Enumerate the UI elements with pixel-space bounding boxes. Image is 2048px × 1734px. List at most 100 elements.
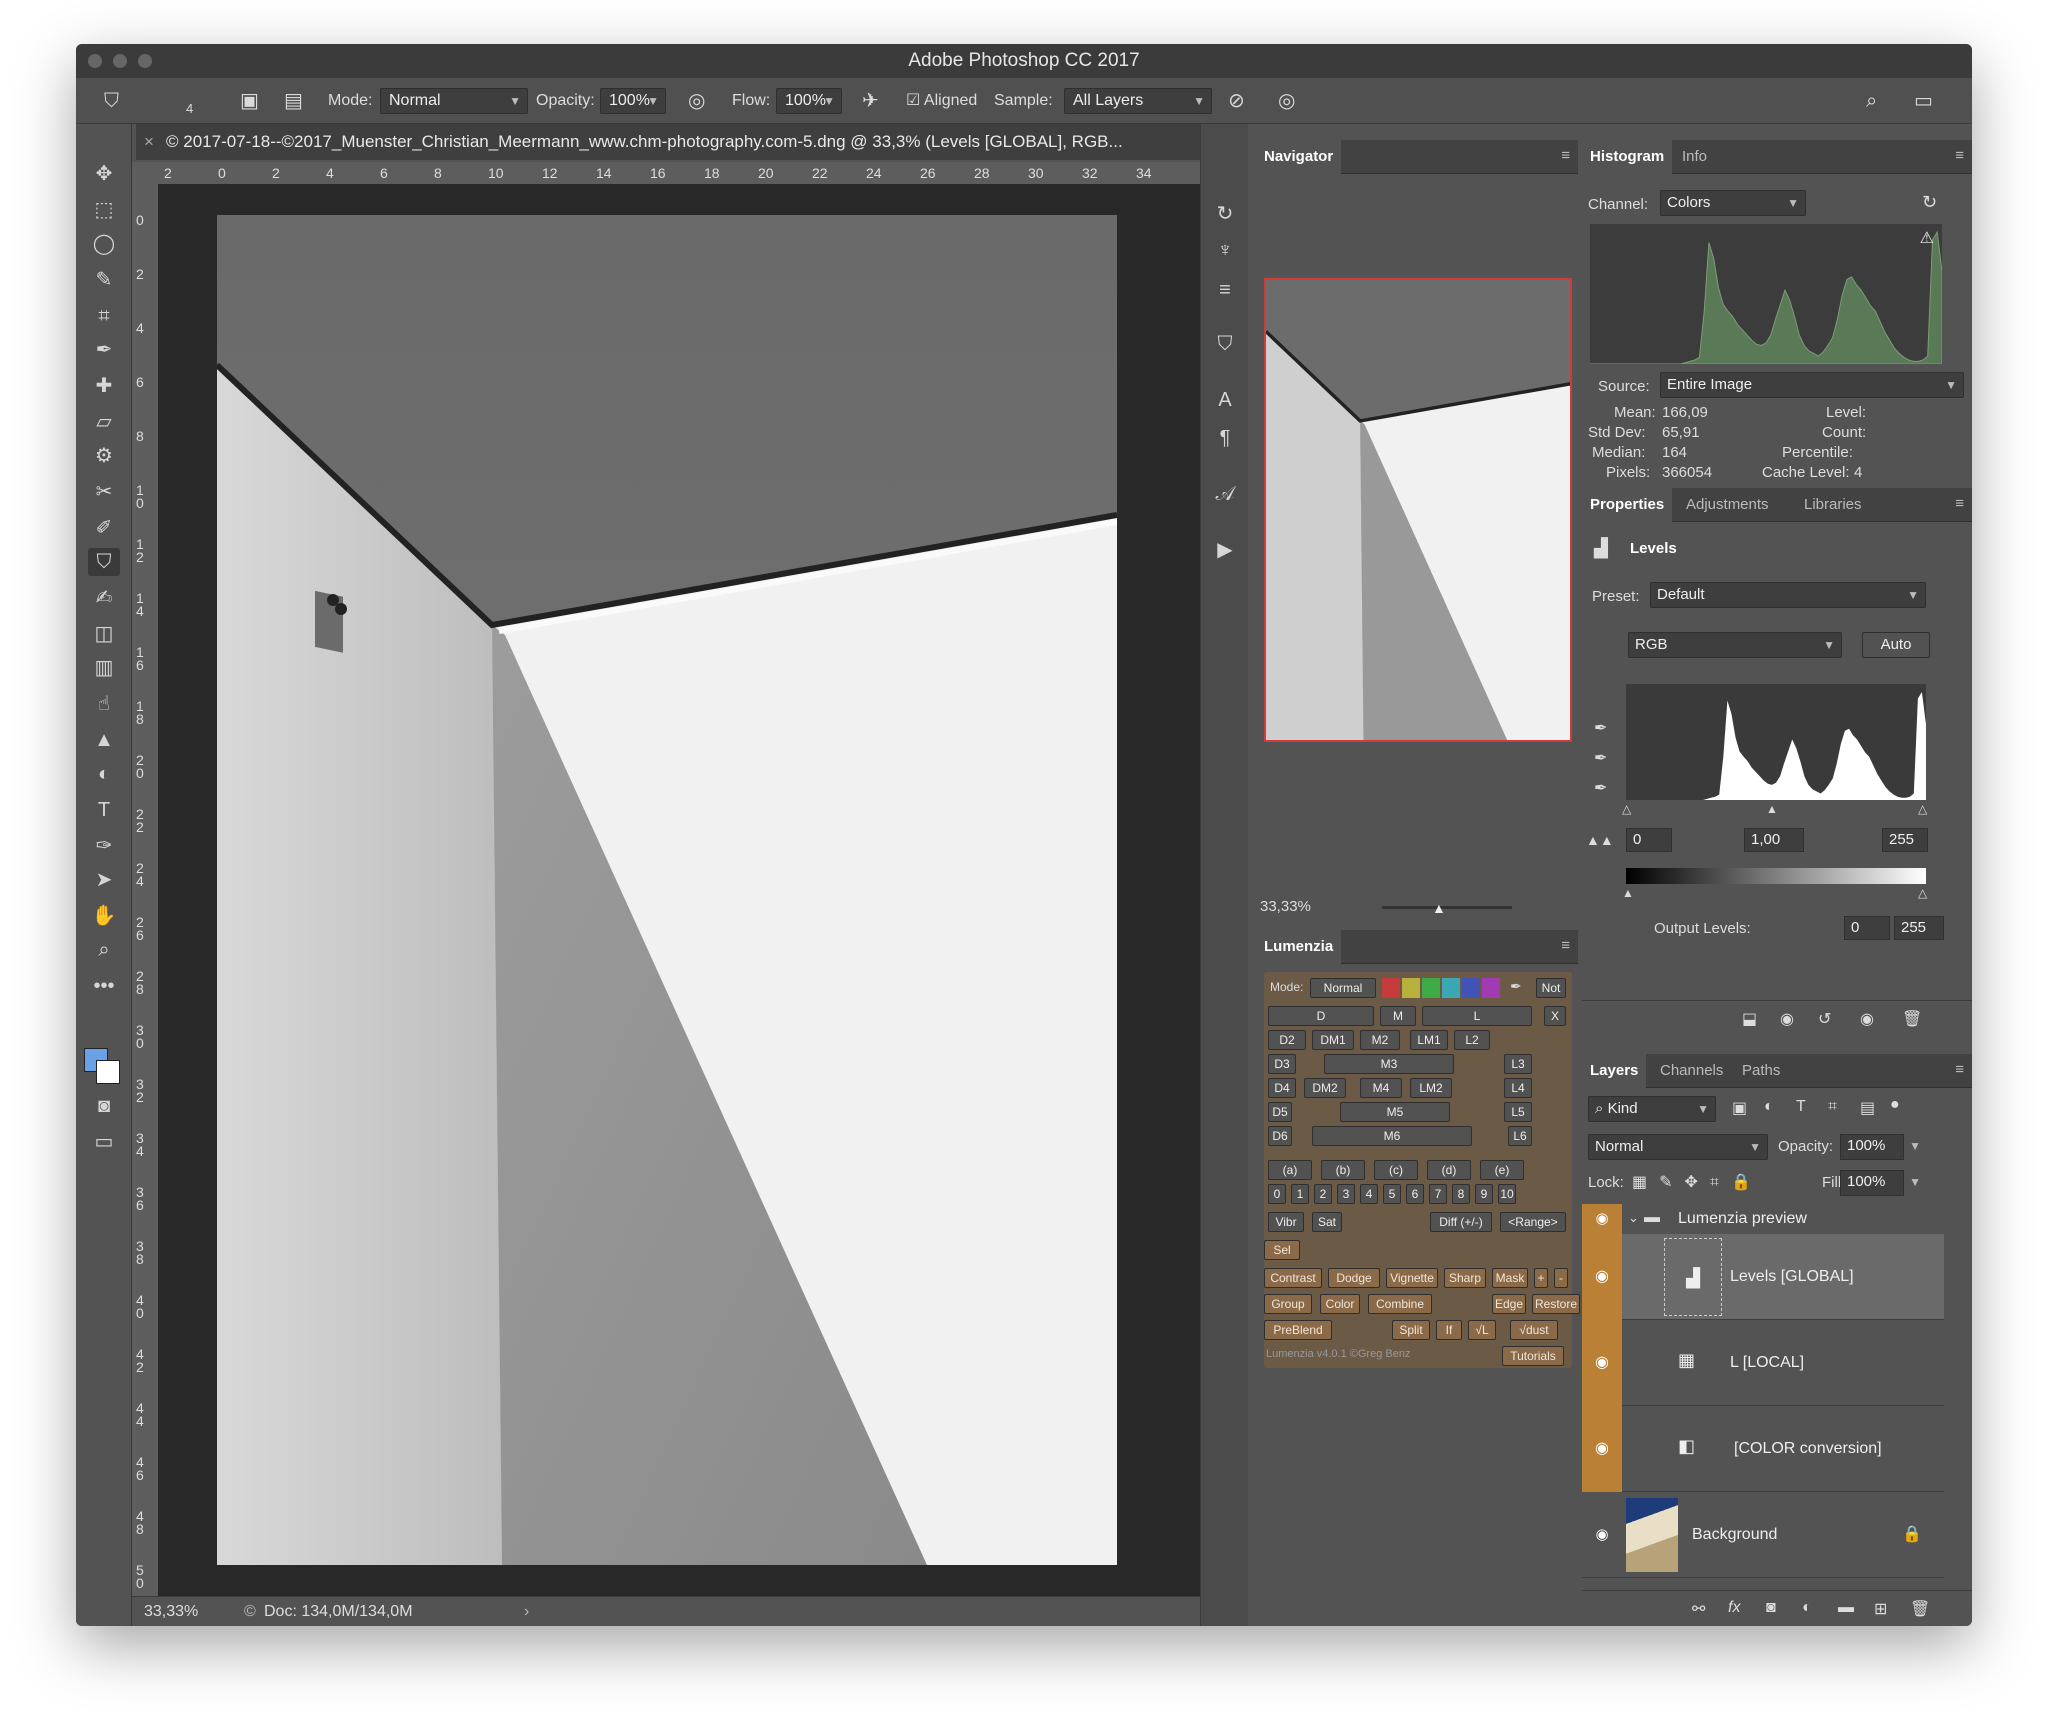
group-visibility-eye-icon[interactable]: ◉ — [1582, 1204, 1622, 1234]
lumenzia-button[interactable]: Vibr — [1268, 1212, 1304, 1232]
output-white-slider[interactable]: △ — [1918, 886, 1927, 900]
opacity-field[interactable]: 100% ▼ — [600, 88, 666, 114]
preset-select[interactable]: Default ▼ — [1650, 582, 1926, 608]
lumenzia-button[interactable]: (e) — [1480, 1160, 1524, 1180]
lumenzia-button[interactable]: √dust — [1510, 1320, 1558, 1340]
lumenzia-button[interactable]: M4 — [1360, 1078, 1402, 1098]
input-black-slider[interactable]: △ — [1622, 802, 1631, 816]
paragraph-panel-icon[interactable]: ¶ — [1209, 424, 1241, 452]
filter-shape-icon[interactable]: ⌗ — [1828, 1098, 1837, 1116]
color-swatches[interactable] — [1382, 978, 1500, 998]
lumenzia-button[interactable]: Diff (+/-) — [1430, 1212, 1492, 1232]
layer-visibility-eye-icon[interactable]: ◉ — [1582, 1320, 1622, 1406]
layer-filter-kind[interactable]: ⌕ Kind ▼ — [1588, 1096, 1716, 1122]
lumenzia-button[interactable]: (c) — [1374, 1160, 1418, 1180]
slider-thumb[interactable]: ▲ — [1432, 900, 1446, 916]
clone-source-icon[interactable]: ▣ — [240, 89, 259, 113]
lumenzia-button[interactable]: Group — [1264, 1294, 1312, 1314]
character-panel-icon[interactable]: A — [1209, 386, 1241, 414]
clone-stamp-tool-icon[interactable]: ⛉ — [88, 548, 120, 576]
tab-channels[interactable]: Channels — [1652, 1054, 1731, 1088]
close-tab-icon[interactable]: × — [144, 124, 154, 160]
reset-icon[interactable]: ↺ — [1818, 1009, 1831, 1029]
lumenzia-button[interactable]: If — [1436, 1320, 1462, 1340]
input-gamma-slider[interactable]: ▲ — [1766, 802, 1778, 816]
ruler-tool-icon[interactable]: ▱ — [88, 408, 120, 436]
lumenzia-button[interactable]: Tutorials — [1502, 1346, 1564, 1366]
minimize-dot[interactable] — [113, 54, 127, 68]
gradient-tool-icon[interactable]: ▥ — [88, 654, 120, 682]
path-select-icon[interactable]: ➤ — [88, 866, 120, 894]
warning-icon[interactable]: ⚠ — [1920, 228, 1934, 248]
lumenzia-button[interactable]: Split — [1392, 1320, 1430, 1340]
lumenzia-button[interactable]: 4 — [1360, 1184, 1378, 1204]
filter-toggle-icon[interactable]: ● — [1890, 1096, 1900, 1114]
lumenzia-button[interactable]: LM2 — [1410, 1078, 1452, 1098]
scissors-tool-icon[interactable]: ✂ — [88, 478, 120, 506]
document-tab[interactable]: × © 2017-07-18--©2017_Muenster_Christian… — [136, 124, 1246, 160]
eraser-tool-icon[interactable]: ◫ — [88, 620, 120, 648]
panel-menu-icon[interactable]: ≡ — [1955, 495, 1964, 512]
blend-mode-select[interactable]: Normal ▼ — [1588, 1134, 1768, 1160]
output-white-field[interactable]: 255 — [1894, 916, 1944, 940]
lumenzia-button[interactable]: (d) — [1427, 1160, 1471, 1180]
new-layer-icon[interactable]: ⊞ — [1874, 1599, 1887, 1619]
eyedropper-icon[interactable]: ✒ — [1510, 978, 1522, 995]
aligned-checkbox[interactable]: ☑ Aligned — [906, 90, 977, 112]
layer-visibility-eye-icon[interactable]: ◉ — [1582, 1234, 1622, 1320]
move-tool-icon[interactable]: ✥ — [88, 160, 120, 188]
input-white-field[interactable]: 255 — [1882, 828, 1928, 852]
input-black-field[interactable]: 0 — [1626, 828, 1672, 852]
search-icon[interactable]: ⌕ — [1866, 89, 1877, 113]
lumenzia-button[interactable]: DM2 — [1304, 1078, 1346, 1098]
zoom-tool-icon[interactable]: ⌕ — [88, 936, 120, 964]
layer-row[interactable]: ◉ ▟ Levels [GLOBAL] — [1582, 1234, 1944, 1320]
lumenzia-button[interactable]: - — [1554, 1268, 1568, 1288]
tab-libraries[interactable]: Libraries — [1796, 488, 1870, 522]
lumenzia-button[interactable]: 5 — [1383, 1184, 1401, 1204]
filter-pixel-icon[interactable]: ▣ — [1732, 1098, 1747, 1118]
filter-smart-icon[interactable]: ▤ — [1860, 1098, 1875, 1118]
lumenzia-button[interactable]: 8 — [1452, 1184, 1470, 1204]
lumenzia-button[interactable]: Dodge — [1328, 1268, 1380, 1288]
zoom-dot[interactable] — [138, 54, 152, 68]
tab-layers[interactable]: Layers — [1582, 1054, 1647, 1088]
ignore-adjustment-icon[interactable]: ⊘ — [1228, 89, 1245, 113]
panel-menu-icon[interactable]: ≡ — [1561, 937, 1570, 954]
lumenzia-button[interactable]: L2 — [1454, 1030, 1490, 1050]
auto-button[interactable]: Auto — [1862, 632, 1930, 658]
pressure-size-icon[interactable]: ◎ — [1278, 89, 1295, 113]
hand-tool-icon[interactable]: ✋ — [88, 902, 120, 930]
background-color-swatch[interactable] — [96, 1060, 120, 1084]
tab-navigator[interactable]: Navigator — [1256, 140, 1342, 174]
lumenzia-button[interactable]: Sharp — [1444, 1268, 1486, 1288]
new-group-icon[interactable]: ▬ — [1838, 1599, 1854, 1617]
new-adjustment-icon[interactable]: ◐ — [1802, 1599, 1812, 1617]
lumenzia-button[interactable]: Color — [1320, 1294, 1360, 1314]
panel-menu-icon[interactable]: ≡ — [1561, 147, 1570, 164]
navigator-preview[interactable] — [1264, 278, 1572, 742]
smudge-tool-icon[interactable]: ☝ — [88, 690, 120, 718]
tab-adjustments[interactable]: Adjustments — [1678, 488, 1777, 522]
lumenzia-button[interactable]: D — [1268, 1006, 1374, 1026]
toggle-panel-icon[interactable]: ▤ — [284, 89, 303, 113]
status-arrow-icon[interactable]: › — [524, 1597, 529, 1626]
add-mask-icon[interactable]: ◙ — [1766, 1599, 1776, 1617]
white-eyedropper-icon[interactable]: ✒ — [1594, 778, 1607, 798]
lumenzia-button[interactable]: 6 — [1406, 1184, 1424, 1204]
source-select[interactable]: Entire Image ▼ — [1660, 372, 1964, 398]
tab-histogram[interactable]: Histogram — [1582, 140, 1673, 174]
layer-style-icon[interactable]: fx — [1728, 1599, 1740, 1617]
brushes-panel-icon[interactable]: ♆ — [1209, 236, 1241, 264]
brush-settings-icon[interactable]: ≡ — [1209, 276, 1241, 304]
lumenzia-button[interactable]: Restore — [1532, 1294, 1580, 1314]
lumenzia-button[interactable]: (b) — [1321, 1160, 1365, 1180]
lumenzia-button[interactable]: <Range> — [1500, 1212, 1566, 1232]
lumenzia-button[interactable]: L6 — [1508, 1126, 1532, 1146]
marquee-tool-icon[interactable]: ⬚ — [88, 196, 120, 224]
lumenzia-button[interactable]: Combine — [1368, 1294, 1432, 1314]
clone-source-panel-icon[interactable]: ⛉ — [1209, 330, 1241, 358]
type-tool-icon[interactable]: T — [88, 796, 120, 824]
lumenzia-button[interactable]: 2 — [1314, 1184, 1332, 1204]
layer-row[interactable]: ◉ ◧ [COLOR conversion] — [1582, 1406, 1944, 1492]
